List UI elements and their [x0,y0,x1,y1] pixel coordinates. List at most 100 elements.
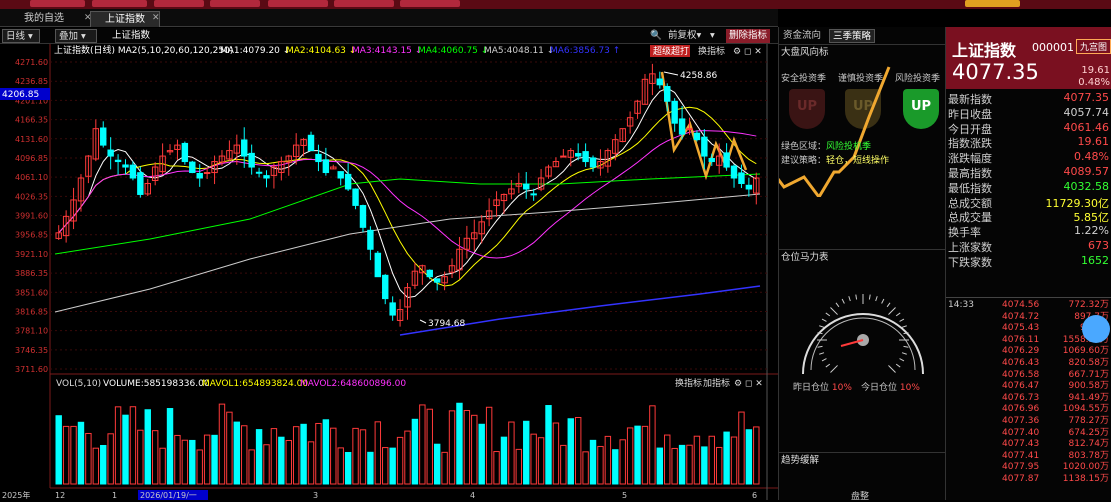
tick-price: 4074.56 [1002,300,1040,310]
legend-name: 上证指数(日线) MA2(5,10,20,60,120,250) [54,44,233,56]
low-annotation: 3794.68 [428,319,465,329]
delete-indicator-button[interactable]: 删除指标 [726,29,771,43]
candle-body [730,165,738,179]
overlay-dropdown[interactable]: 叠加 ▾ [55,29,97,43]
index-change: 19.61 [1081,65,1110,76]
menu-item[interactable] [334,0,394,7]
volume-bar [211,434,218,485]
y-tick-label: 4166.35 [15,116,48,125]
tab-fund-flow[interactable]: 资金流向 [783,29,821,43]
quote-key: 昨日收盘 [948,107,992,121]
x-axis-label: 3 [313,491,318,500]
quote-value: 19.61 [1077,135,1110,149]
tick-price: 4076.96 [1002,404,1040,415]
position-gauge [802,294,924,375]
tick-row: 4077.41 803.78万 [947,451,1111,463]
tick-price: 4076.43 [1002,358,1040,368]
vol-legend-mavol1: MAVOL1:654893824.00 [202,379,308,389]
tick-price: 4077.41 [1002,450,1040,461]
x-axis-label: 6 [752,491,757,500]
volume-bar [478,423,485,485]
quote-key: 指数涨跌 [948,137,992,151]
vol-add-button[interactable]: 加指标 [703,377,730,389]
tick-row: 4076.43 820.58万 [947,358,1111,370]
candle-body [359,205,367,228]
tick-volume: 674.25万 [1068,427,1110,438]
volume-bar [367,451,374,485]
candle-body [738,172,745,184]
nine-grid-button[interactable]: 九宫图 [1076,39,1111,54]
quote-value: 4057.74 [1063,105,1110,119]
close-icon[interactable]: ✕ [152,13,160,23]
strategy-panel: 资金流向 三季策略 大盘风向标 安全投资季 谨慎投资季 风险投资季 UP UP … [778,27,946,502]
tick-price: 4077.87 [1002,474,1040,484]
tab-season-strategy[interactable]: 三季策略 [829,29,876,43]
volume-bar [456,402,463,485]
tick-row: 4077.95 1020.00万 [947,462,1111,474]
kline-chart[interactable]: 4271.604236.854201.104166.354131.604096.… [0,44,778,500]
zoom-icon[interactable]: 🔍 [650,29,662,43]
menu-item[interactable] [92,0,147,7]
current-price-marker: 4206.85 [2,90,39,100]
volume-bar [233,421,241,485]
quote-value: 4032.58 [1063,179,1110,193]
y-tick-label: 4096.85 [15,154,48,163]
quote-row: 最低指数 4032.58 [947,180,1111,195]
menu-icon[interactable]: ▾ [710,29,715,43]
menu-item[interactable] [400,0,460,7]
tick-volume: 1138.15万 [1062,474,1109,484]
candle-body [322,159,330,174]
volume-bar [523,420,530,485]
gear-icon[interactable]: ⚙ ◻ ✕ [733,47,762,57]
y-tick-label: 3956.85 [15,231,48,240]
candle-body [263,175,270,179]
quote-value: 1.22% [1074,224,1109,238]
super-button[interactable]: 超级超打 [653,45,689,57]
index-change-pct: 0.48% [1078,77,1110,88]
quote-row: 昨日收盘 4057.74 [947,106,1111,121]
menu-item[interactable] [154,0,204,7]
volume-bar [322,419,330,485]
high-annotation: 4258.86 [680,71,717,81]
menu-item[interactable] [210,0,260,7]
quote-row: 最新指数 4077.35 [947,91,1111,106]
tick-volume: 900.58万 [1068,381,1110,392]
candle-body [129,164,137,179]
quote-row: 总成交量 5.85亿 [947,209,1111,224]
x-axis-label: 4 [470,491,475,500]
candle-body [701,136,708,157]
x-axis-label: 5 [622,491,627,500]
top-menu-bar [0,0,1111,9]
price-adjust-dropdown[interactable]: 前复权▾ [668,29,701,43]
candle-body [745,184,753,190]
gear-icon[interactable]: ⚙ ◻ ✕ [734,379,763,389]
quote-value: 11729.30亿 [1045,196,1110,210]
menu-item[interactable] [965,0,1020,7]
tick-volume: 812.74万 [1068,439,1110,450]
candle-body [107,149,114,157]
tab-index[interactable]: 上证指数 [90,11,160,27]
candle-body [337,171,344,179]
menu-item[interactable] [268,0,328,7]
tick-row: 4076.73 941.49万 [947,393,1111,405]
quote-key: 今日开盘 [948,122,992,136]
tick-volume: 772.32万 [1068,300,1110,310]
quote-value: 4077.35 [1063,91,1110,104]
green-zone-value: 风险投机季 [826,142,872,152]
assistant-icon[interactable] [1082,315,1110,343]
quote-row: 换手率 1.22% [947,224,1111,239]
volume-bar [344,451,352,485]
vol-swap-button[interactable]: 换指标 [675,377,702,389]
tick-price: 4077.36 [1002,416,1040,426]
tab-watchlist[interactable]: 我的自选 [4,11,84,27]
tick-row: 4077.87 1138.15万 [947,474,1111,486]
y-tick-label: 4236.85 [15,77,48,86]
period-dropdown[interactable]: 日线 ▾ [2,29,40,43]
quote-key: 最低指数 [948,181,992,195]
swap-indicator-button[interactable]: 换指标 [698,45,725,57]
candle-body [530,193,537,196]
menu-item[interactable] [30,0,85,7]
tick-row: 4076.47 900.58万 [947,381,1111,393]
quote-key: 上涨家数 [948,241,992,254]
candle-body [678,118,686,135]
